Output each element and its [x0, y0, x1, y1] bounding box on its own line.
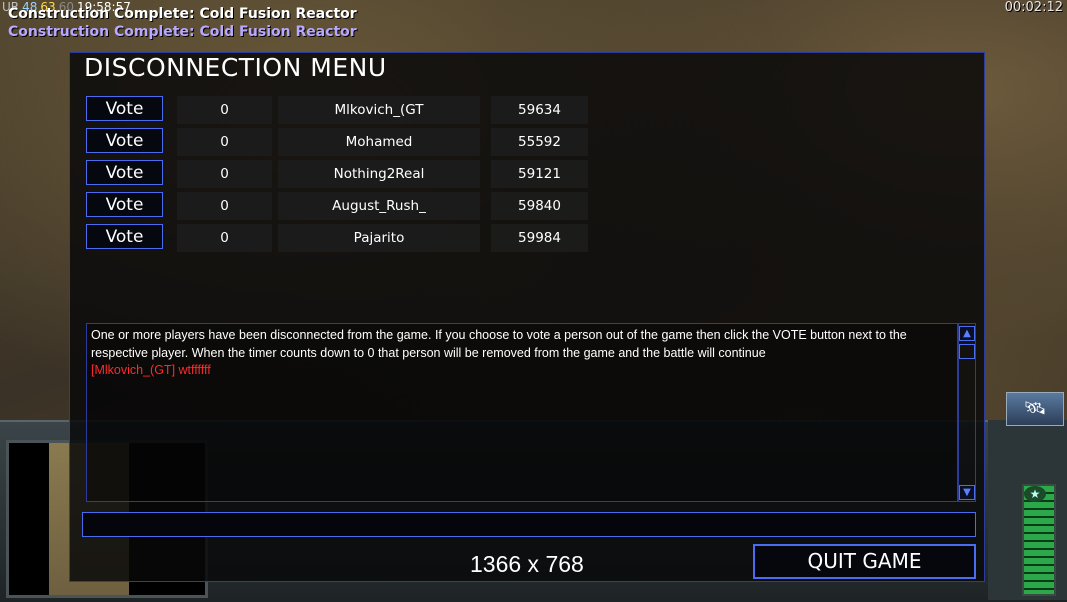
resolution-label: 1366 x 768	[470, 551, 584, 577]
vote-button[interactable]: Vote	[86, 96, 163, 121]
player-timer: 59121	[491, 160, 588, 188]
player-name: Mlkovich_(GT	[278, 96, 480, 124]
game-clock: 00:02:12	[1004, 0, 1063, 15]
vote-count: 0	[177, 192, 272, 220]
vote-count: 0	[177, 160, 272, 188]
vote-count: 0	[177, 96, 272, 124]
dialog-title: DISCONNECTION MENU	[84, 53, 387, 82]
player-timer: 59840	[491, 192, 588, 220]
vote-button[interactable]: Vote	[86, 160, 163, 185]
star-icon: ★	[1024, 486, 1046, 502]
player-name: Pajarito	[278, 224, 480, 252]
chat-input[interactable]	[82, 512, 976, 537]
construction-message: Construction Complete: Cold Fusion React…	[8, 24, 357, 40]
vote-count: 0	[177, 224, 272, 252]
player-timer: 59634	[491, 96, 588, 124]
satellite-icon[interactable]: 🛰	[1006, 392, 1064, 426]
vote-button[interactable]: Vote	[86, 192, 163, 217]
construction-message: Construction Complete: Cold Fusion React…	[8, 6, 357, 22]
vote-button[interactable]: Vote	[86, 224, 163, 249]
chat-log: One or more players have been disconnect…	[86, 323, 958, 502]
vote-count: 0	[177, 128, 272, 156]
chat-info-message: One or more players have been disconnect…	[91, 328, 907, 360]
player-name: Mohamed	[278, 128, 480, 156]
player-name: August_Rush_	[278, 192, 480, 220]
player-timer: 59984	[491, 224, 588, 252]
scroll-down-arrow-icon[interactable]: ▼	[959, 485, 975, 500]
quit-game-button[interactable]: QUIT GAME	[753, 544, 976, 579]
disconnection-dialog: DISCONNECTION MENU Vote 0 Mlkovich_(GT 5…	[69, 52, 985, 582]
scroll-up-arrow-icon[interactable]: ▲	[959, 326, 975, 341]
chat-text: One or more players have been disconnect…	[91, 327, 951, 380]
scrollbar-thumb[interactable]	[959, 344, 975, 359]
chat-player-message: [Mlkovich_(GT] wtffffff	[91, 363, 211, 377]
player-timer: 55592	[491, 128, 588, 156]
player-name: Nothing2Real	[278, 160, 480, 188]
vote-button[interactable]: Vote	[86, 128, 163, 153]
